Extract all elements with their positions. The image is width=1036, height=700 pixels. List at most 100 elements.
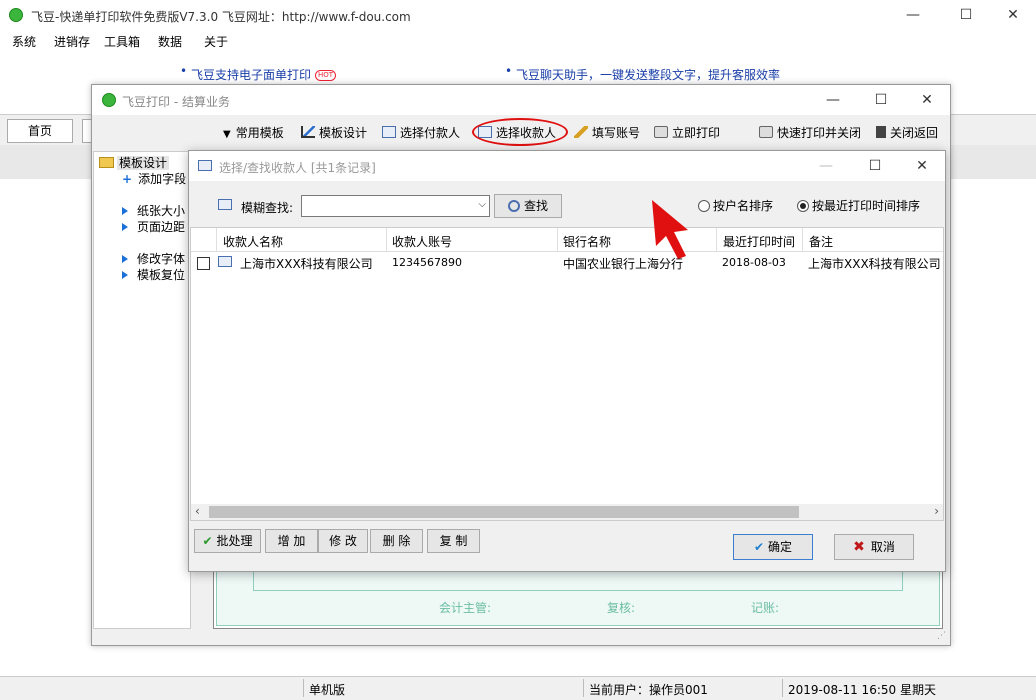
col-remark[interactable]: 备注 — [809, 233, 833, 250]
maximize-icon[interactable]: ☐ — [951, 4, 981, 26]
menu-data[interactable]: 数据 — [158, 33, 182, 50]
col-last-print[interactable]: 最近打印时间 — [723, 233, 795, 250]
app-logo-icon — [9, 8, 23, 22]
status-datetime: 2019-08-11 16:50 星期天 — [788, 683, 936, 697]
settlement-title: 飞豆打印 - 结算业务 — [122, 95, 230, 109]
menu-about[interactable]: 关于 — [204, 33, 228, 50]
find-button[interactable]: 查找 — [494, 194, 562, 218]
batch-button[interactable]: ✔ 批处理 — [194, 529, 261, 553]
dialog-title: 选择/查找收款人 [共1条记录] — [219, 161, 376, 175]
chart-edit-icon — [301, 126, 315, 138]
search-label: 模糊查找: — [241, 201, 294, 215]
common-template-button[interactable]: ▼ 常用模板 — [223, 124, 284, 141]
cell-account: 1234567890 — [392, 256, 462, 269]
pencil-icon — [574, 126, 588, 138]
ok-button[interactable]: ✔ 确定 — [733, 534, 813, 560]
payee-table: 收款人名称 收款人账号 银行名称 最近打印时间 备注 上海市XXX科技有限公司 … — [190, 227, 944, 521]
plus-icon: + — [122, 172, 133, 186]
chevron-left-icon[interactable]: ‹ — [195, 504, 200, 518]
col-bank[interactable]: 银行名称 — [563, 233, 611, 250]
card-icon — [198, 160, 212, 171]
ad-link-eorder[interactable]: 飞豆支持电子面单打印 HOT — [191, 66, 337, 83]
dialog-title-bar: 选择/查找收款人 [共1条记录] — ☐ ✕ — [189, 151, 945, 181]
tree-item-margins[interactable]: 页面边距 — [122, 218, 185, 235]
tree-root-template-design[interactable]: 模板设计 — [99, 154, 170, 171]
template-preview: 会计主管: 复核: 记账: — [213, 567, 943, 629]
minimize-icon[interactable]: — — [811, 155, 841, 177]
preview-label-review: 复核: — [607, 601, 636, 615]
template-tree: 模板设计 + 添加字段 纸张大小 页面边距 修改字体 模板复位 — [93, 151, 191, 629]
col-account[interactable]: 收款人账号 — [392, 233, 452, 250]
search-row: 模糊查找: ⌵ 查找 按户名排序 按最近打印时间排序 — [189, 185, 945, 225]
close-return-button[interactable]: 关闭返回 — [876, 124, 938, 141]
play-icon — [122, 271, 128, 279]
status-bar: 单机版 当前用户：操作员001 2019-08-11 16:50 星期天 — [0, 676, 1036, 700]
select-payer-button[interactable]: 选择付款人 — [382, 124, 460, 141]
tree-item-add-field[interactable]: + 添加字段 — [122, 170, 186, 187]
settlement-title-bar: 飞豆打印 - 结算业务 — ☐ ✕ — [92, 85, 950, 115]
table-row[interactable]: 上海市XXX科技有限公司 1234567890 中国农业银行上海分行 2018-… — [191, 252, 943, 274]
check-icon: ✔ — [753, 540, 765, 554]
cell-last-print: 2018-08-03 — [722, 256, 786, 269]
hot-badge: HOT — [315, 70, 337, 81]
status-edition: 单机版 — [309, 683, 346, 697]
main-title-bar: 飞豆-快递单打印软件免费版V7.3.0 飞豆网址：http://www.f-do… — [0, 0, 1036, 30]
tree-item-font[interactable]: 修改字体 — [122, 250, 185, 267]
select-payee-dialog: 选择/查找收款人 [共1条记录] — ☐ ✕ 模糊查找: ⌵ 查找 按户名排序 … — [188, 150, 946, 572]
radio-icon — [698, 200, 710, 212]
scrollbar-thumb[interactable] — [209, 506, 799, 518]
radio-selected-icon — [797, 200, 809, 212]
col-payee-name[interactable]: 收款人名称 — [223, 233, 283, 250]
play-icon — [122, 207, 128, 215]
status-user: 当前用户：操作员001 — [589, 683, 708, 697]
add-button[interactable]: 增 加 — [265, 529, 318, 553]
card-icon — [218, 199, 232, 210]
menu-toolbox[interactable]: 工具箱 — [104, 33, 140, 50]
cell-payee-name: 上海市XXX科技有限公司 — [240, 257, 373, 271]
check-icon: ✔ — [202, 534, 213, 548]
main-title: 飞豆-快递单打印软件免费版V7.3.0 飞豆网址：http://www.f-do… — [31, 10, 411, 24]
cancel-button[interactable]: ✖ 取消 — [834, 534, 914, 560]
menu-bar: 系统 进销存 工具箱 数据 关于 — [0, 30, 1036, 52]
chevron-down-icon[interactable]: ⌵ — [478, 199, 486, 210]
ad-link-chat[interactable]: 飞豆聊天助手，一键发送整段文字，提升客服效率 — [516, 66, 780, 83]
printer-icon — [759, 126, 773, 138]
copy-button[interactable]: 复 制 — [427, 529, 480, 553]
dropdown-arrow-icon: ▼ — [223, 129, 231, 140]
menu-inventory[interactable]: 进销存 — [54, 33, 90, 50]
fill-account-button[interactable]: 填写账号 — [574, 124, 640, 141]
app-logo-icon — [102, 93, 116, 107]
minimize-icon[interactable]: — — [818, 89, 848, 111]
search-combo[interactable]: ⌵ — [301, 195, 490, 217]
close-icon[interactable]: ✕ — [907, 155, 937, 177]
tab-home[interactable]: 首页 — [7, 119, 73, 143]
horizontal-scrollbar[interactable]: ‹ › — [191, 504, 943, 520]
template-design-button[interactable]: 模板设计 — [301, 124, 367, 141]
minimize-icon[interactable]: — — [898, 4, 928, 26]
chevron-right-icon[interactable]: › — [934, 504, 939, 518]
quick-print-close-button[interactable]: 快速打印并关闭 — [759, 124, 861, 141]
close-icon[interactable]: ✕ — [998, 4, 1028, 26]
folder-icon — [99, 157, 114, 168]
maximize-icon[interactable]: ☐ — [860, 155, 890, 177]
play-icon — [122, 223, 128, 231]
sort-by-name-radio[interactable]: 按户名排序 — [698, 197, 773, 214]
resize-grip-icon[interactable]: ⋰ — [937, 631, 946, 641]
cell-remark: 上海市XXX科技有限公司 — [808, 257, 941, 271]
card-icon — [218, 256, 232, 267]
row-checkbox[interactable] — [197, 257, 210, 270]
printer-icon — [654, 126, 668, 138]
tree-item-paper-size[interactable]: 纸张大小 — [122, 202, 185, 219]
search-icon — [507, 200, 520, 212]
preview-label-bookkeeping: 记账: — [751, 601, 780, 615]
annotation-arrow-icon — [652, 200, 688, 259]
tree-item-reset[interactable]: 模板复位 — [122, 266, 185, 283]
maximize-icon[interactable]: ☐ — [866, 89, 896, 111]
print-now-button[interactable]: 立即打印 — [654, 124, 720, 141]
menu-system[interactable]: 系统 — [12, 33, 36, 50]
delete-button[interactable]: 删 除 — [370, 529, 423, 553]
edit-button[interactable]: 修 改 — [318, 529, 368, 553]
annotation-circle — [472, 118, 568, 146]
sort-by-recent-radio[interactable]: 按最近打印时间排序 — [797, 197, 920, 214]
close-icon[interactable]: ✕ — [912, 89, 942, 111]
